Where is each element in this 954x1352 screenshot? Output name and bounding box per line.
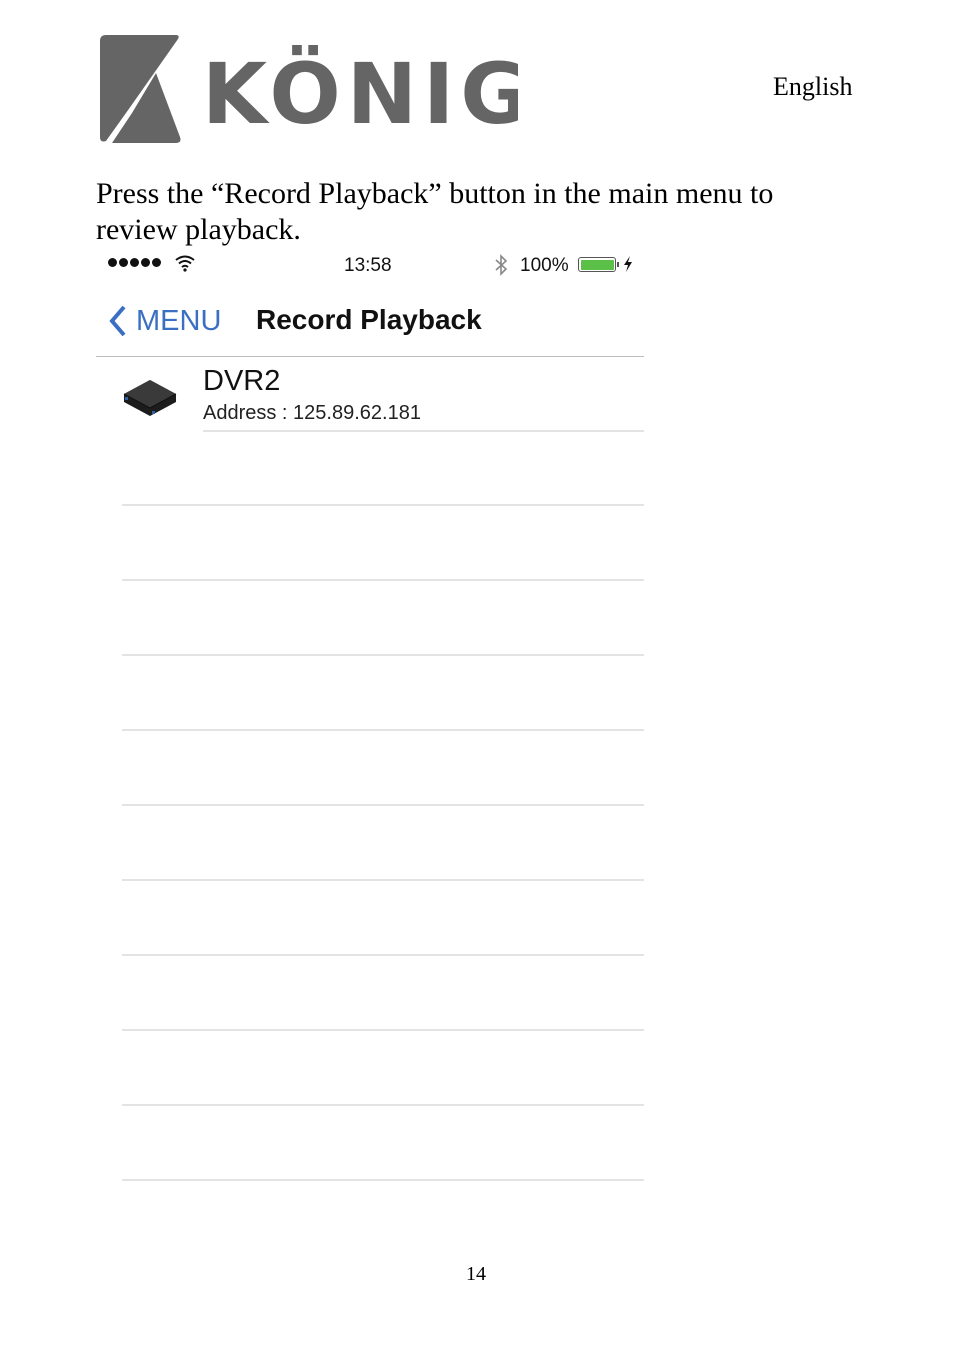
empty-list-row [122,731,644,806]
konig-logo-icon: KÖNIG [100,35,529,146]
language-label: English [773,72,853,101]
empty-list-row [122,581,644,656]
device-name: DVR2 [203,365,281,397]
empty-list-row [122,956,644,1031]
row-divider [122,1179,644,1181]
device-address: Address : 125.89.62.181 [203,402,421,424]
phone-screenshot: 13:58 100% MENU Record Playback DVR2 Add… [96,250,644,1190]
empty-list-row [122,881,644,956]
signal-dots-icon [108,258,161,267]
bluetooth-icon [495,254,508,276]
empty-list-row [122,1106,644,1181]
empty-list-row [122,506,644,581]
nav-bar: MENU Record Playback [96,300,644,356]
battery-icon [578,257,616,272]
nav-divider [96,356,644,357]
status-bar: 13:58 100% [96,250,644,282]
chevron-left-icon [109,305,126,337]
battery-tip [617,262,619,267]
page-number: 14 [466,1263,486,1285]
battery-level [580,259,614,270]
empty-list-row [122,431,644,506]
wifi-icon [175,255,195,272]
empty-list-row [122,656,644,731]
svg-text:KÖNIG: KÖNIG [202,45,518,143]
battery-percent: 100% [520,255,569,276]
konig-logo: KÖNIG [98,33,529,146]
empty-list-row [122,1031,644,1106]
back-button[interactable]: MENU [108,304,221,338]
instruction-text: Press the “Record Playback” button in th… [96,177,774,246]
lightning-bolt-icon [624,256,632,272]
empty-list-row [122,806,644,881]
back-label: MENU [136,304,222,337]
status-time: 13:58 [344,255,392,276]
dvr-box-icon [123,380,177,416]
page-title: Record Playback [256,304,482,335]
